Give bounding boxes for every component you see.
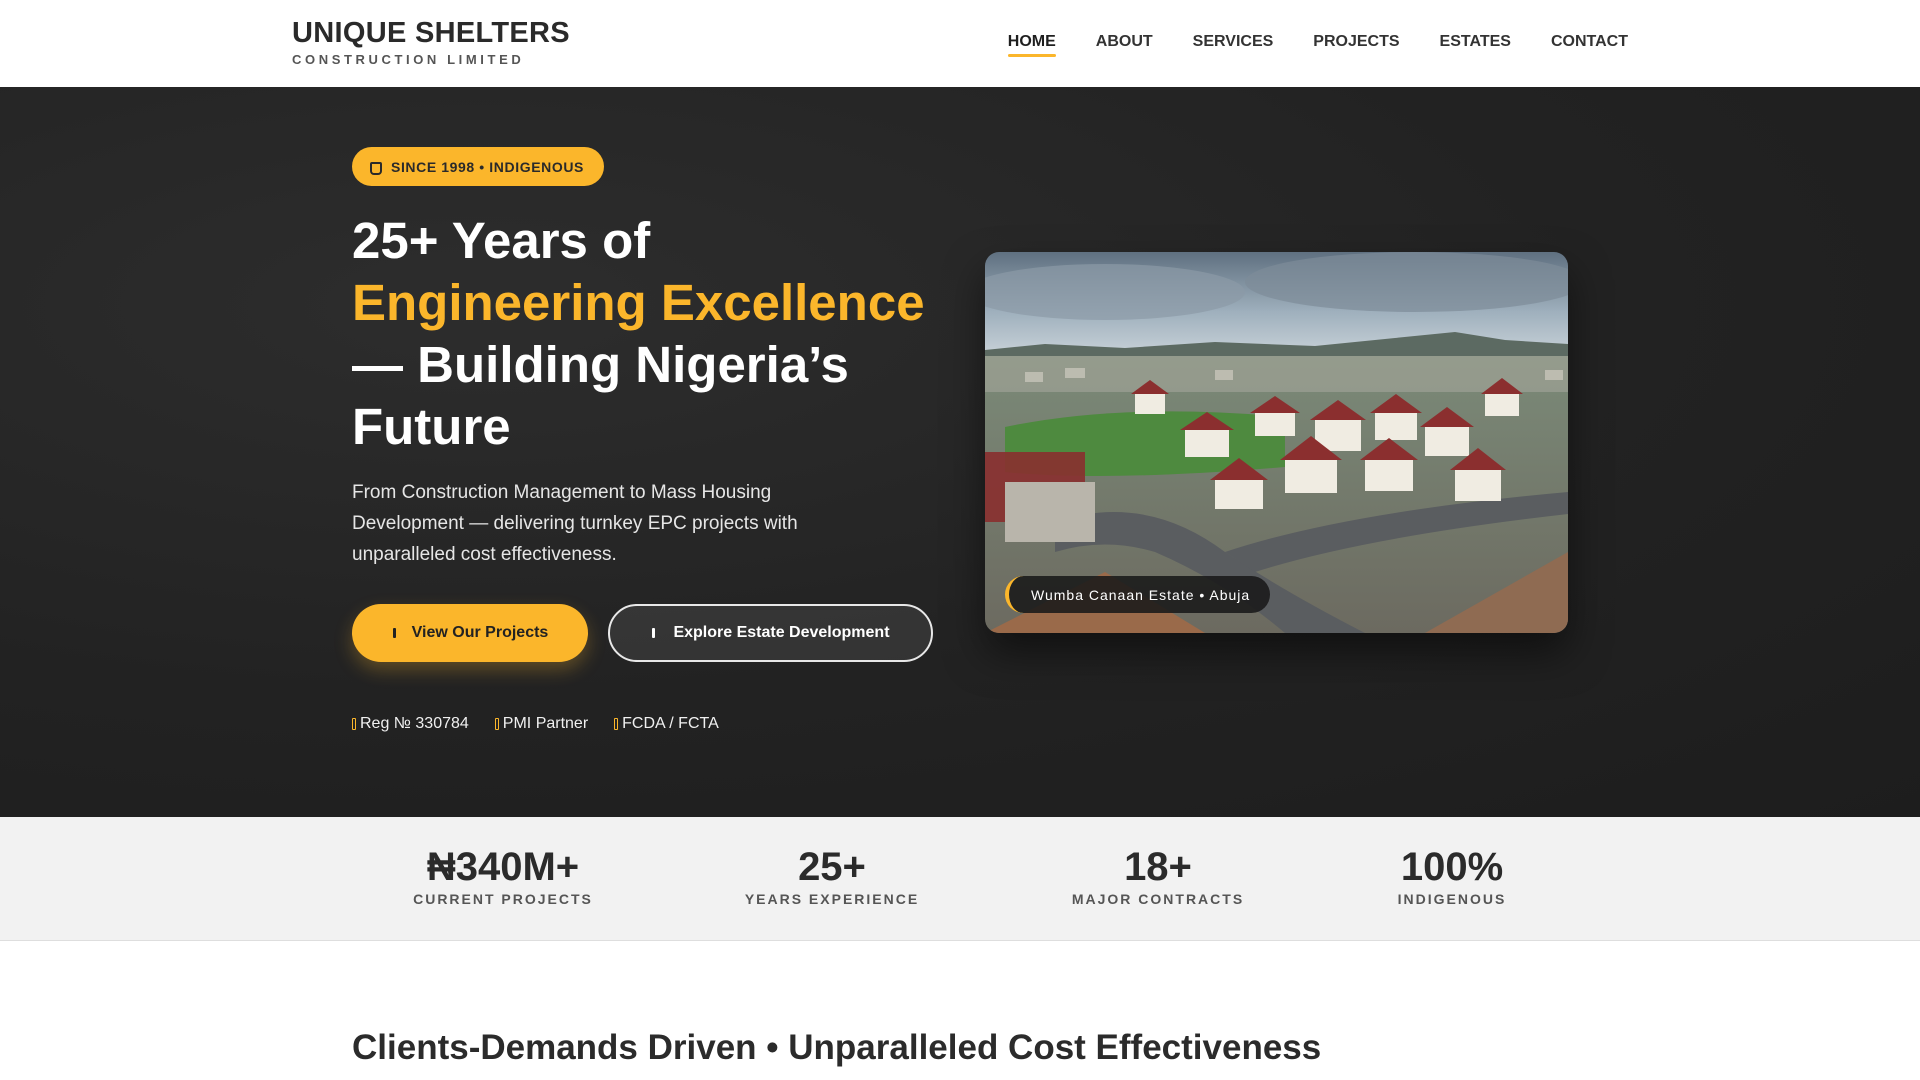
- view-projects-button[interactable]: View Our Projects: [352, 604, 588, 662]
- stat-value: ₦340M+: [426, 845, 580, 889]
- credential-fcda-text: FCDA / FCTA: [622, 715, 719, 732]
- estate-aerial-photo: Wumba Canaan Estate • Abuja: [985, 252, 1568, 633]
- credential-fcda: FCDA / FCTA: [614, 715, 719, 733]
- stat-label: YEARS EXPERIENCE: [744, 891, 920, 907]
- brand-title: UNIQUE SHELTERS: [292, 17, 570, 49]
- photo-caption: Wumba Canaan Estate • Abuja: [1005, 576, 1271, 613]
- stat-value: 100%: [1400, 845, 1504, 889]
- brand-subtitle: CONSTRUCTION LIMITED: [292, 52, 525, 67]
- nav-services[interactable]: SERVICES: [1193, 33, 1274, 57]
- stat-label: CURRENT PROJECTS: [413, 891, 593, 907]
- hero-section: SINCE 1998 • INDIGENOUS 25+ Years of Eng…: [0, 87, 1920, 817]
- stats-bar: ₦340M+ CURRENT PROJECTS 25+ YEARS EXPERI…: [0, 817, 1920, 941]
- site-header: UNIQUE SHELTERS CONSTRUCTION LIMITED HOM…: [0, 0, 1920, 87]
- credential-registration: Reg № 330784: [352, 715, 469, 733]
- nav-estates[interactable]: ESTATES: [1440, 33, 1511, 57]
- handshake-icon: [494, 718, 499, 730]
- headline-line3: — Building Nigeria’s Future: [352, 336, 849, 455]
- since-badge: SINCE 1998 • INDIGENOUS: [352, 147, 604, 186]
- stat-current-projects: ₦340M+ CURRENT PROJECTS: [413, 845, 593, 907]
- nav-home[interactable]: HOME: [1007, 33, 1056, 57]
- credential-pmi: PMI Partner: [494, 715, 589, 733]
- certificate-icon: [352, 718, 356, 730]
- nav-contact[interactable]: CONTACT: [1551, 33, 1628, 57]
- medal-icon: [370, 161, 382, 175]
- credential-registration-text: Reg № 330784: [360, 715, 469, 732]
- credential-pmi-text: PMI Partner: [502, 715, 589, 732]
- view-projects-label: View Our Projects: [411, 624, 549, 641]
- stat-years-experience: 25+ YEARS EXPERIENCE: [745, 845, 919, 907]
- stat-major-contracts: 18+ MAJOR CONTRACTS: [1072, 845, 1244, 907]
- credentials-row: Reg № 330784 PMI Partner FCDA / FCTA: [352, 715, 719, 733]
- brand-logo[interactable]: UNIQUE SHELTERS CONSTRUCTION LIMITED: [292, 17, 570, 67]
- explore-estate-label: Explore Estate Development: [673, 624, 890, 641]
- building-icon: [392, 628, 400, 638]
- stat-label: INDIGENOUS: [1397, 891, 1507, 907]
- stat-value: 25+: [798, 845, 866, 889]
- stat-value: 18+: [1124, 845, 1192, 889]
- map-icon: [651, 628, 659, 638]
- hero-headline: 25+ Years of Engineering Excellence — Bu…: [352, 210, 972, 458]
- stat-label: MAJOR CONTRACTS: [1071, 891, 1245, 907]
- nav-about[interactable]: ABOUT: [1096, 33, 1153, 57]
- nav-projects[interactable]: PROJECTS: [1313, 33, 1399, 57]
- headline-accent: Engineering Excellence: [352, 274, 925, 331]
- headline-line1: 25+ Years of: [352, 212, 651, 269]
- stat-indigenous: 100% INDIGENOUS: [1398, 845, 1507, 907]
- shield-icon: [614, 718, 619, 730]
- main-nav: HOME ABOUT SERVICES PROJECTS ESTATES CON…: [1007, 33, 1628, 57]
- hero-lede: From Construction Management to Mass Hou…: [352, 482, 798, 565]
- explore-estate-button[interactable]: Explore Estate Development: [608, 604, 933, 662]
- badge-text: SINCE 1998 • INDIGENOUS: [391, 158, 584, 175]
- section-title: Clients-Demands Driven • Unparalleled Co…: [352, 1028, 1322, 1067]
